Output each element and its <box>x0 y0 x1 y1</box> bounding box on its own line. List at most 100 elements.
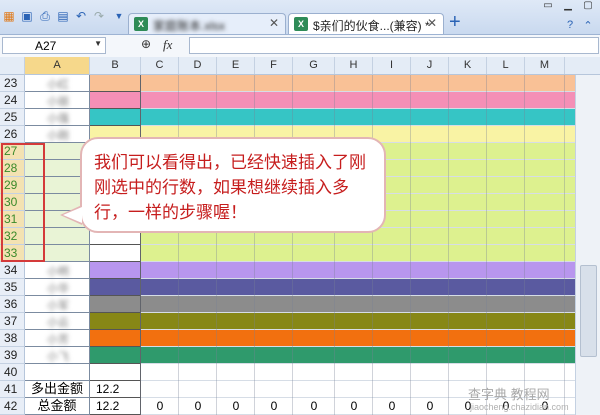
cell-b[interactable] <box>90 296 141 313</box>
column-header-c[interactable]: C <box>141 57 179 74</box>
cell-a[interactable]: 小红 <box>25 75 90 92</box>
undo-icon[interactable]: ↶ <box>74 9 88 23</box>
cell-value[interactable]: 0 <box>293 398 335 415</box>
column-header-b[interactable]: B <box>90 57 141 74</box>
row-header[interactable]: 37 <box>0 313 25 330</box>
table-row[interactable]: 40 <box>0 364 600 381</box>
table-row[interactable]: 34 小明 <box>0 262 600 279</box>
close-icon[interactable]: ✕ <box>269 16 279 30</box>
cell-value[interactable]: 0 <box>141 398 179 415</box>
row-header[interactable]: 40 <box>0 364 25 381</box>
column-header-i[interactable]: I <box>373 57 411 74</box>
cell-a[interactable]: 小华 <box>25 279 90 296</box>
scrollbar-thumb[interactable] <box>580 265 597 357</box>
table-row[interactable]: 25 小强 <box>0 109 600 126</box>
row-header[interactable]: 26 <box>0 126 25 143</box>
column-header-a[interactable]: A <box>25 57 90 74</box>
table-row[interactable]: 35 小华 <box>0 279 600 296</box>
cell-b[interactable] <box>90 330 141 347</box>
plus-icon[interactable]: + <box>449 12 461 32</box>
app-logo-icon[interactable]: ▦ <box>2 9 16 23</box>
cell-a[interactable]: 小飞 <box>25 347 90 364</box>
table-row[interactable]: 36 小军 <box>0 296 600 313</box>
skin-icon[interactable]: ▭ <box>538 0 558 14</box>
cell-b[interactable] <box>90 364 141 381</box>
table-row[interactable]: 24 小丽 <box>0 92 600 109</box>
table-row[interactable]: 33 <box>0 245 600 262</box>
tab-workbook-1[interactable]: X 家庭账本.xlsx ✕ <box>128 13 286 34</box>
column-header-d[interactable]: D <box>179 57 217 74</box>
chevron-down-icon[interactable]: ▼ <box>94 39 102 48</box>
cell-b[interactable] <box>90 75 141 92</box>
minimize-icon[interactable]: ▁ <box>558 0 578 14</box>
cell-b[interactable] <box>90 92 141 109</box>
grid-line <box>524 296 525 313</box>
cell-b[interactable] <box>90 313 141 330</box>
function-icon[interactable]: fx <box>163 37 172 53</box>
select-all-corner[interactable] <box>0 57 25 74</box>
save-icon[interactable]: ▣ <box>20 9 34 23</box>
cell-value[interactable]: 0 <box>373 398 411 415</box>
redo-icon[interactable]: ↷ <box>92 9 106 23</box>
column-header-k[interactable]: K <box>449 57 487 74</box>
table-row[interactable]: 37 小云 <box>0 313 600 330</box>
spreadsheet-grid[interactable]: A B C D E F G H I J K L M 23 小红 24 小丽 25 小强 26… <box>0 57 600 415</box>
cell-a[interactable]: 总金额 <box>25 398 90 415</box>
cell-a[interactable]: 多出金额 <box>25 381 90 398</box>
cell-b[interactable] <box>90 347 141 364</box>
cell-a[interactable]: 小军 <box>25 296 90 313</box>
vertical-scrollbar[interactable] <box>575 75 600 415</box>
maximize-icon[interactable]: ▢ <box>578 0 598 14</box>
help-icon[interactable]: ? <box>562 19 578 33</box>
column-header-g[interactable]: G <box>293 57 335 74</box>
cell-value[interactable]: 0 <box>335 398 373 415</box>
row-header[interactable]: 39 <box>0 347 25 364</box>
row-header[interactable]: 23 <box>0 75 25 92</box>
cell-value[interactable]: 0 <box>217 398 255 415</box>
cell-a[interactable] <box>25 364 90 381</box>
cell-b[interactable] <box>90 262 141 279</box>
cell-a[interactable]: 小明 <box>25 262 90 279</box>
cell-a[interactable]: 小刚 <box>25 126 90 143</box>
row-header[interactable]: 34 <box>0 262 25 279</box>
row-header[interactable]: 42 <box>0 398 25 415</box>
column-header-f[interactable]: F <box>255 57 293 74</box>
print-preview-icon[interactable]: ▤ <box>56 9 70 23</box>
cell-b[interactable]: 12.2 <box>90 398 141 415</box>
grid-line <box>410 364 411 381</box>
cell-a[interactable]: 小强 <box>25 109 90 126</box>
cell-a[interactable]: 小丽 <box>25 92 90 109</box>
close-icon[interactable]: ✕ <box>427 16 437 30</box>
cell-value[interactable]: 0 <box>179 398 217 415</box>
cell-value[interactable]: 0 <box>255 398 293 415</box>
cell-b[interactable] <box>90 245 141 262</box>
quick-access-dropdown-icon[interactable]: ▼ <box>112 9 126 23</box>
name-box[interactable]: A27 ▼ <box>2 37 106 54</box>
cell-a[interactable]: 小云 <box>25 313 90 330</box>
cell-b[interactable] <box>90 279 141 296</box>
row-header[interactable]: 25 <box>0 109 25 126</box>
column-header-j[interactable]: J <box>411 57 449 74</box>
cell-a[interactable]: 小芳 <box>25 330 90 347</box>
row-header[interactable]: 41 <box>0 381 25 398</box>
print-icon[interactable]: ⎙ <box>38 9 52 23</box>
zoom-icon[interactable]: ⊕ <box>141 37 151 51</box>
row-header[interactable]: 38 <box>0 330 25 347</box>
column-header-h[interactable]: H <box>335 57 373 74</box>
cell-value[interactable]: 0 <box>411 398 449 415</box>
row-header[interactable]: 35 <box>0 279 25 296</box>
row-header[interactable]: 24 <box>0 92 25 109</box>
cell-b[interactable] <box>90 109 141 126</box>
column-header-e[interactable]: E <box>217 57 255 74</box>
formula-input[interactable] <box>189 37 599 54</box>
cell-b[interactable]: 12.2 <box>90 381 141 398</box>
table-row[interactable]: 23 小红 <box>0 75 600 92</box>
row-header[interactable]: 36 <box>0 296 25 313</box>
table-row[interactable]: 39 小飞 <box>0 347 600 364</box>
grid-line <box>486 245 487 262</box>
column-header-m[interactable]: M <box>525 57 565 74</box>
collapse-icon[interactable]: ⌃ <box>580 19 596 33</box>
table-row[interactable]: 38 小芳 <box>0 330 600 347</box>
tab-workbook-2[interactable]: X $亲们的伙食...(兼容) * ✕ <box>288 13 444 34</box>
column-header-l[interactable]: L <box>487 57 525 74</box>
